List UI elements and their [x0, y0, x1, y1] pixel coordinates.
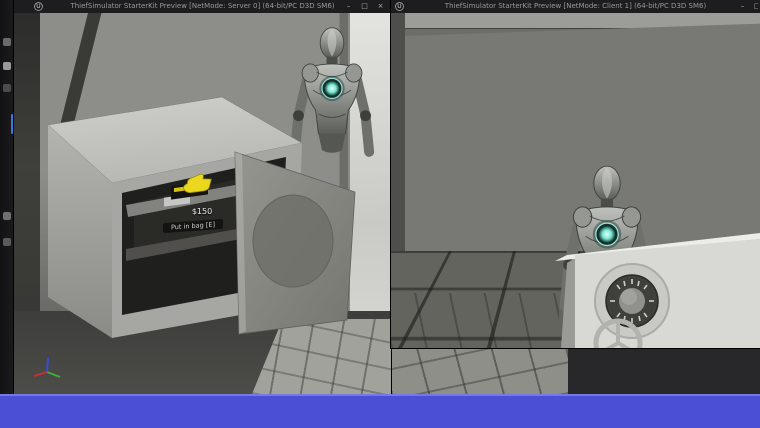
maximize-button[interactable]: □: [360, 0, 369, 13]
minimize-button[interactable]: –: [344, 0, 353, 13]
taskbar-app-icon[interactable]: [3, 38, 11, 46]
server-window: U ThiefSimulator StarterKit Preview [Net…: [14, 0, 391, 394]
server-window-title: ThiefSimulator StarterKit Preview [NetMo…: [14, 0, 391, 13]
money-value-label: $150: [180, 207, 224, 216]
axis-gizmo-icon: [30, 355, 66, 385]
unreal-app-icon: U: [395, 2, 404, 11]
client-window: U ThiefSimulator StarterKit Preview [Net…: [391, 0, 760, 348]
taskbar-app-icon[interactable]: [3, 62, 11, 70]
server-game-viewport[interactable]: $150 Put in bag [E]: [14, 13, 391, 394]
client-titlebar[interactable]: U ThiefSimulator StarterKit Preview [Net…: [391, 0, 760, 13]
combination-safe: [391, 13, 760, 348]
taskbar-app-icon[interactable]: [3, 238, 11, 246]
background-dark-panel: [568, 348, 760, 394]
unreal-app-icon: U: [34, 2, 43, 11]
open-safe: [14, 13, 391, 394]
close-button[interactable]: ×: [376, 0, 385, 13]
minimize-button[interactable]: –: [738, 0, 747, 13]
bottom-taskbar[interactable]: [0, 394, 760, 428]
side-taskbar[interactable]: [0, 0, 14, 428]
taskbar-app-icon[interactable]: [3, 84, 11, 92]
background-floor-window: [391, 348, 568, 394]
client-window-title: ThiefSimulator StarterKit Preview [NetMo…: [391, 0, 760, 13]
taskbar-app-icon[interactable]: [3, 212, 11, 220]
client-game-viewport[interactable]: [391, 13, 760, 348]
maximize-button[interactable]: □: [754, 0, 758, 13]
desktop: U ThiefSimulator StarterKit Preview [Net…: [0, 0, 760, 428]
server-titlebar[interactable]: U ThiefSimulator StarterKit Preview [Net…: [14, 0, 391, 13]
